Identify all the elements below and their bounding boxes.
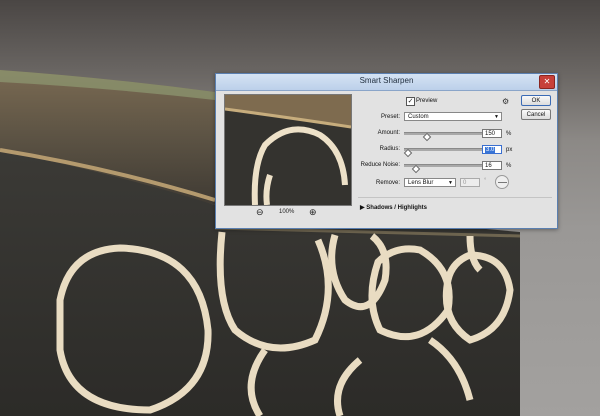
zoom-level: 100% (279, 209, 295, 215)
reduce-noise-value: 16 (485, 163, 492, 169)
amount-label: Amount: (377, 130, 400, 136)
dialog-title: Smart Sharpen (359, 76, 414, 85)
check-icon: ✓ (407, 98, 414, 105)
chevron-down-icon: ▼ (494, 114, 499, 120)
preset-value: Custom (408, 114, 429, 120)
amount-input[interactable]: 150 (482, 129, 502, 138)
amount-unit: % (506, 131, 512, 137)
close-icon: ✕ (543, 77, 551, 86)
zoom-out-icon[interactable]: ⊖ (256, 207, 264, 217)
shadows-highlights-toggle[interactable]: ▶ Shadows / Highlights (360, 204, 427, 211)
remove-select[interactable]: Lens Blur ▼ (404, 178, 456, 187)
triangle-right-icon: ▶ (360, 205, 365, 211)
radius-input[interactable]: 3.0 (482, 145, 502, 154)
shadows-highlights-label: Shadows / Highlights (366, 205, 427, 211)
dialog-titlebar[interactable]: Smart Sharpen ✕ (216, 74, 557, 91)
preset-select[interactable]: Custom ▼ (404, 112, 502, 121)
angle-value: 0 (463, 180, 467, 186)
remove-value: Lens Blur (408, 180, 434, 186)
zoom-in-icon[interactable]: ⊕ (309, 207, 317, 217)
chevron-down-icon: ▼ (448, 180, 453, 186)
gear-icon[interactable]: ⚙ (502, 97, 509, 106)
amount-slider-track[interactable] (404, 132, 482, 135)
cancel-button[interactable]: Cancel (521, 109, 551, 120)
preview-photo (225, 95, 351, 205)
radius-label: Radius: (379, 146, 400, 152)
close-button[interactable]: ✕ (539, 75, 555, 89)
angle-dial-icon (495, 175, 509, 189)
remove-label: Remove: (375, 180, 400, 186)
preset-label: Preset: (380, 114, 400, 120)
preview-checkbox[interactable]: ✓ (406, 97, 415, 106)
preview-label: Preview (416, 98, 438, 104)
zoom-controls: ⊖ 100% ⊕ (224, 207, 350, 219)
radius-unit: px (506, 147, 513, 153)
preview-image[interactable] (224, 94, 352, 206)
reduce-noise-input[interactable]: 16 (482, 161, 502, 170)
radius-slider-track[interactable] (404, 148, 482, 151)
smart-sharpen-dialog: Smart Sharpen ✕ ⊖ 100% ⊕ ✓ Preview ⚙ Pre… (215, 73, 558, 229)
reduce-noise-unit: % (506, 163, 512, 169)
radius-value: 3.0 (485, 147, 496, 153)
section-divider (358, 197, 552, 198)
amount-value: 150 (485, 131, 496, 137)
reduce-noise-label: Reduce Noise: (360, 162, 400, 168)
ok-button[interactable]: OK (521, 95, 551, 106)
angle-input: 0 (460, 178, 480, 187)
angle-unit: ° (484, 178, 487, 184)
